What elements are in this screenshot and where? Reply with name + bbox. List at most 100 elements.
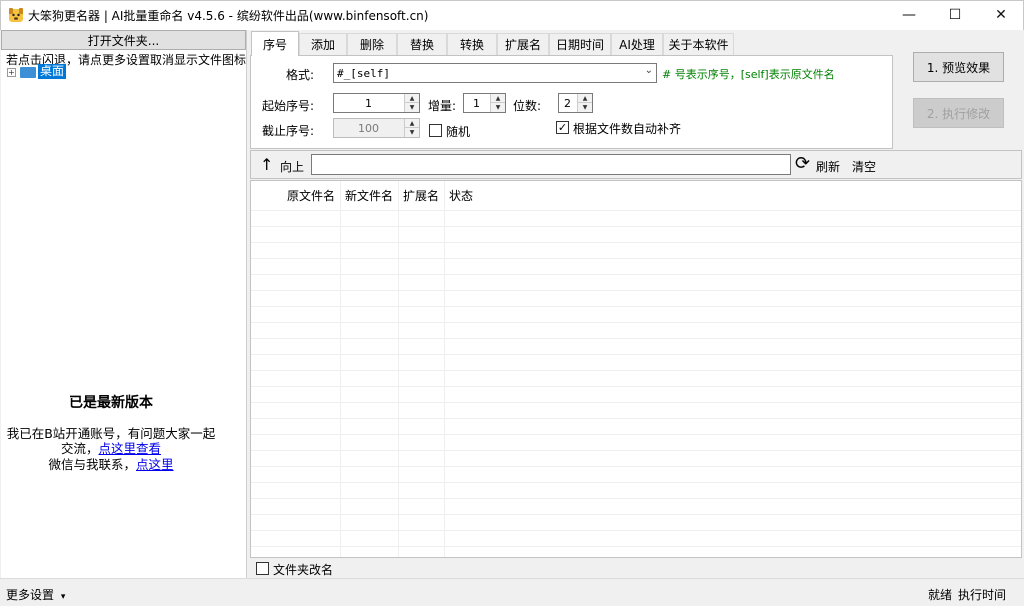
spin-up-icon[interactable]: ▲ <box>405 94 419 103</box>
tab-serial[interactable]: 序号 <box>251 31 299 56</box>
wechat-notice: 微信与我联系，点这里 <box>1 457 221 472</box>
refresh-icon[interactable]: ⟳ <box>795 153 810 174</box>
start-number-value: 1 <box>365 96 372 110</box>
end-number-label: 截止序号: <box>262 124 315 138</box>
row-separator <box>251 434 1021 435</box>
spin-down-icon: ▼ <box>405 128 419 137</box>
close-icon: ✕ <box>995 7 1007 23</box>
status-ready: 就绪 <box>928 588 953 602</box>
row-separator <box>251 386 1021 387</box>
column-header-extension[interactable]: 扩展名 <box>403 181 439 210</box>
random-label: 随机 <box>446 125 471 139</box>
tab-about[interactable]: 关于本软件 <box>663 33 734 55</box>
row-separator <box>251 418 1021 419</box>
format-hint: # 号表示序号，[self]表示原文件名 <box>662 68 835 81</box>
tree-item-desktop[interactable]: 桌面 <box>38 64 67 79</box>
bilibili-notice: 我已在B站开通账号，有问题大家一起交流，点这里查看 <box>1 426 221 456</box>
row-separator <box>251 290 1021 291</box>
spin-up-icon[interactable]: ▲ <box>491 94 505 103</box>
desktop-folder-icon <box>20 67 36 78</box>
auto-pad-label: 根据文件数自动补齐 <box>573 122 682 136</box>
column-header-status[interactable]: 状态 <box>449 181 473 210</box>
close-button[interactable]: ✕ <box>978 0 1024 30</box>
row-separator <box>251 530 1021 531</box>
status-bar <box>0 578 1024 606</box>
preview-button[interactable]: 1. 预览效果 <box>913 52 1004 82</box>
row-separator <box>251 514 1021 515</box>
spin-up-icon: ▲ <box>405 119 419 128</box>
spin-up-icon[interactable]: ▲ <box>578 94 592 103</box>
row-separator <box>251 210 1021 211</box>
row-separator <box>251 402 1021 403</box>
folder-rename-label: 文件夹改名 <box>273 563 334 577</box>
digits-value: 2 <box>564 96 571 110</box>
format-label: 格式: <box>286 68 315 82</box>
minimize-icon: — <box>902 7 916 23</box>
exec-time-label: 执行时间 <box>958 588 1007 602</box>
row-separator <box>251 242 1021 243</box>
row-separator <box>251 482 1021 483</box>
file-list[interactable]: 原文件名 新文件名 扩展名 状态 <box>250 180 1022 558</box>
more-settings-label: 更多设置 <box>6 588 55 602</box>
app-dog-icon <box>8 7 24 23</box>
minimize-button[interactable]: — <box>886 0 932 30</box>
folder-rename-checkbox[interactable] <box>256 562 269 575</box>
up-button[interactable]: 向上 <box>280 158 304 175</box>
tab-ai[interactable]: AI处理 <box>611 33 663 55</box>
up-arrow-icon[interactable]: ↑ <box>260 155 273 174</box>
digits-label: 位数: <box>513 99 542 113</box>
step-label: 增量: <box>428 99 457 113</box>
tab-replace[interactable]: 替换 <box>397 33 447 55</box>
column-header-new-name[interactable]: 新文件名 <box>345 181 393 210</box>
spin-down-icon[interactable]: ▼ <box>578 103 592 112</box>
row-separator <box>251 226 1021 227</box>
tab-datetime[interactable]: 日期时间 <box>549 33 611 55</box>
tab-add[interactable]: 添加 <box>299 33 347 55</box>
window-title: 大笨狗更名器 | AI批量重命名 v4.5.6 - 缤纷软件出品(www.bin… <box>28 9 429 23</box>
execute-button: 2. 执行修改 <box>913 98 1004 128</box>
maximize-button[interactable]: ☐ <box>932 0 978 30</box>
spin-down-icon[interactable]: ▼ <box>491 103 505 112</box>
format-value: #_[self] <box>337 66 390 80</box>
row-separator <box>251 354 1021 355</box>
random-checkbox[interactable] <box>429 124 442 137</box>
folder-tree-pane <box>1 30 247 578</box>
start-number-stepper[interactable]: 1 ▲ ▼ <box>333 93 420 113</box>
tree-expand-icon[interactable]: + <box>7 68 16 77</box>
bilibili-link[interactable]: 点这里查看 <box>99 441 162 456</box>
wechat-notice-text: 微信与我联系， <box>48 457 136 472</box>
row-separator <box>251 498 1021 499</box>
spin-down-icon[interactable]: ▼ <box>405 103 419 112</box>
step-value: 1 <box>473 96 480 110</box>
row-separator <box>251 338 1021 339</box>
open-folder-button[interactable]: 打开文件夹... <box>1 30 246 50</box>
step-stepper[interactable]: 1 ▲ ▼ <box>463 93 506 113</box>
tab-convert[interactable]: 转换 <box>447 33 497 55</box>
clear-button[interactable]: 清空 <box>852 158 876 175</box>
end-number-value: 100 <box>358 121 379 135</box>
checkmark-icon: ✓ <box>557 121 568 134</box>
row-separator <box>251 322 1021 323</box>
row-separator <box>251 258 1021 259</box>
digits-stepper[interactable]: 2 ▲ ▼ <box>558 93 593 113</box>
row-separator <box>251 370 1021 371</box>
auto-pad-checkbox[interactable]: ✓ <box>556 121 569 134</box>
start-number-label: 起始序号: <box>262 99 315 113</box>
tab-extension[interactable]: 扩展名 <box>497 33 549 55</box>
wechat-link[interactable]: 点这里 <box>136 457 174 472</box>
row-separator <box>251 450 1021 451</box>
row-separator <box>251 306 1021 307</box>
maximize-icon: ☐ <box>948 7 962 23</box>
path-input[interactable] <box>311 154 791 175</box>
dropdown-arrow-icon: ▾ <box>60 592 66 602</box>
more-settings-menu[interactable]: 更多设置 ▾ <box>6 586 65 603</box>
row-separator <box>251 274 1021 275</box>
format-combobox[interactable]: #_[self] ⌄ <box>333 63 657 83</box>
end-number-stepper: 100 ▲ ▼ <box>333 118 420 138</box>
refresh-button[interactable]: 刷新 <box>816 158 840 175</box>
tab-delete[interactable]: 删除 <box>347 33 397 55</box>
chevron-down-icon: ⌄ <box>644 65 653 76</box>
latest-version-text: 已是最新版本 <box>69 395 153 411</box>
column-header-original-name[interactable]: 原文件名 <box>287 181 335 210</box>
row-separator <box>251 546 1021 547</box>
